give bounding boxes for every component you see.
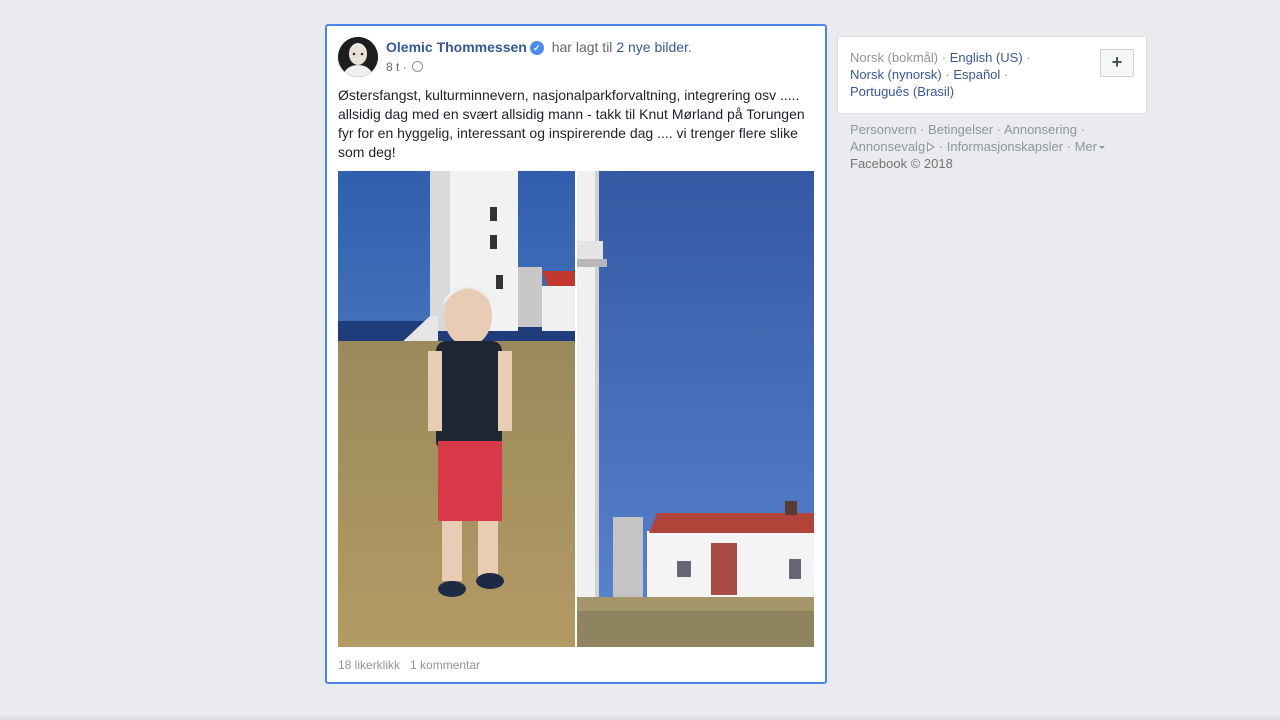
language-portuguese[interactable]: Português (Brasil) (850, 84, 954, 99)
bottom-edge (0, 714, 1280, 720)
new-photos-link[interactable]: 2 nye bilder (616, 39, 688, 55)
dot-separator: · (993, 122, 1004, 137)
post-photo-1[interactable] (338, 171, 575, 647)
language-selector: Norsk (bokmål) · English (US) · Norsk (n… (837, 36, 1147, 114)
author-avatar[interactable] (338, 37, 378, 77)
footer-advertising[interactable]: Annonsering (1004, 122, 1077, 137)
adchoices-icon (927, 142, 936, 152)
language-current: Norsk (bokmål) (850, 50, 939, 65)
footer-ad-choices[interactable]: Annonsevalg (850, 139, 925, 154)
footer-cookies[interactable]: Informasjonskapsler (947, 139, 1063, 154)
comments-count[interactable]: 1 kommentar (410, 658, 480, 672)
post-meta: 8 t · (386, 60, 424, 74)
language-nynorsk[interactable]: Norsk (nynorsk) (850, 67, 942, 82)
lighthouse-house-photo (577, 171, 814, 647)
dot-separator: · (941, 67, 954, 82)
meta-separator: · (402, 60, 407, 74)
dot-separator: · (938, 50, 950, 65)
language-spanish[interactable]: Español (953, 67, 1000, 82)
author-name[interactable]: Olemic Thommessen (386, 39, 527, 55)
more-languages-button[interactable]: + (1100, 49, 1134, 77)
language-list: Norsk (bokmål) · English (US) · Norsk (n… (850, 49, 1031, 100)
dot-separator: · (1063, 139, 1075, 154)
chevron-down-icon[interactable] (1099, 146, 1106, 149)
footer-terms[interactable]: Betingelser (928, 122, 993, 137)
footer-more[interactable]: Mer (1075, 139, 1097, 154)
verified-badge-icon: ✓ (529, 41, 544, 55)
footer-links: Personvern · Betingelser · Annonsering ·… (850, 121, 1106, 172)
lighthouse-man-photo (338, 171, 575, 647)
action-suffix: . (687, 39, 692, 55)
dot-separator: · (935, 139, 947, 154)
plus-icon: + (1111, 52, 1123, 72)
post-stats: 18 likerklikk 1 kommentar (338, 658, 480, 672)
post-timestamp[interactable]: 8 t (386, 60, 399, 74)
dot-separator: · (1000, 67, 1009, 82)
post-header: Olemic Thommessen ✓ har lagt til 2 nye bi… (386, 39, 692, 55)
dot-separator: · (1076, 122, 1085, 137)
post-photo-2[interactable] (577, 171, 814, 647)
dot-separator: · (916, 122, 929, 137)
footer-copyright: Facebook © 2018 (850, 156, 953, 171)
likes-count[interactable]: 18 likerklikk (338, 658, 400, 672)
globe-icon[interactable] (412, 61, 424, 72)
language-english[interactable]: English (US) (950, 50, 1023, 65)
dot-separator: · (1022, 50, 1031, 65)
action-text: har lagt til (551, 39, 613, 55)
footer-privacy[interactable]: Personvern (850, 122, 916, 137)
post-text: Østersfangst, kulturminnevern, nasjonalp… (338, 87, 805, 160)
post-card: Olemic Thommessen ✓ har lagt til 2 nye bi… (325, 24, 827, 684)
avatar-photo (338, 37, 378, 77)
